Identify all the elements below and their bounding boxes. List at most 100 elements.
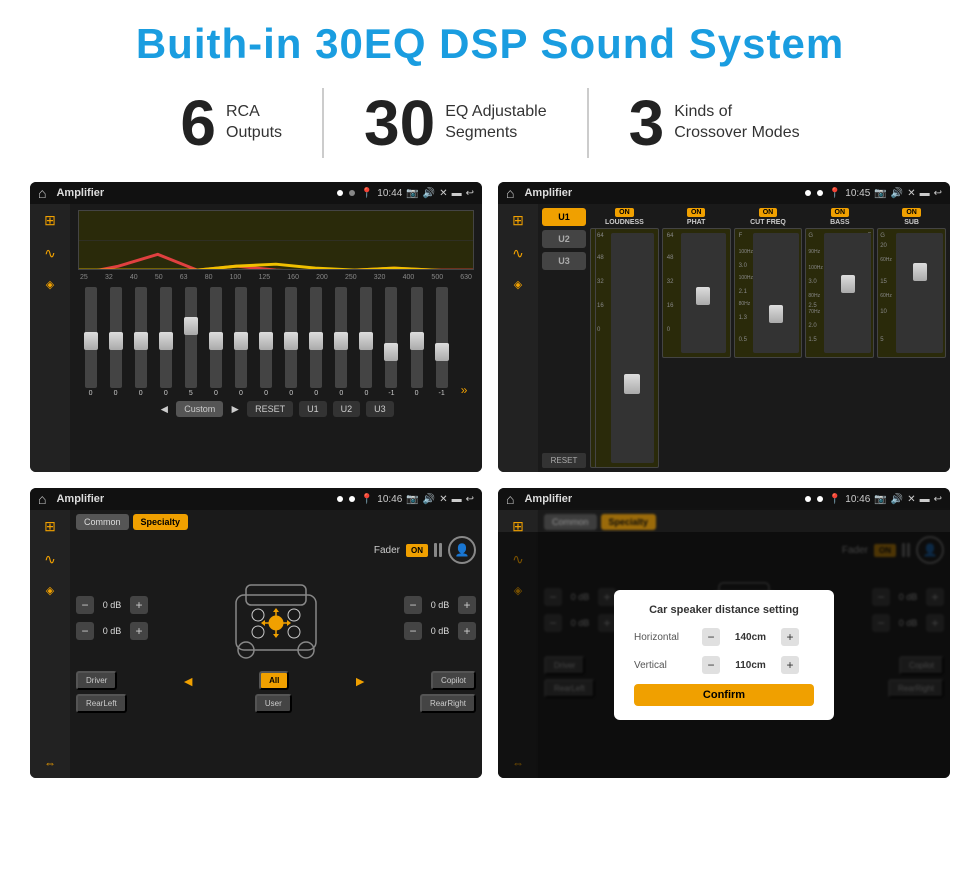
db-plus-rl[interactable]: + bbox=[130, 622, 148, 640]
db-minus-fl[interactable]: − bbox=[76, 596, 94, 614]
speaker-icon[interactable]: ◈ bbox=[46, 278, 54, 291]
ch-on-bass: ON bbox=[831, 208, 850, 217]
camera-icon-2: 📷 bbox=[874, 188, 886, 199]
eq-slider-13[interactable]: 0 bbox=[411, 287, 423, 397]
dialog-plus-v[interactable]: + bbox=[781, 656, 799, 674]
amp2-content: U1 U2 U3 RESET ON LOUDNESS 64 bbox=[538, 204, 950, 472]
dialog-confirm-btn[interactable]: Confirm bbox=[634, 684, 814, 706]
eq-u1-btn[interactable]: U1 bbox=[299, 401, 327, 417]
volume-icon-4: 🔊 bbox=[891, 494, 903, 505]
home-icon-2[interactable]: ⌂ bbox=[506, 185, 514, 201]
ch-slider-phat[interactable]: 64 48 32 16 0 bbox=[662, 228, 731, 358]
db-minus-fr[interactable]: − bbox=[404, 596, 422, 614]
db-plus-fr[interactable]: + bbox=[458, 596, 476, 614]
eq-filter-icon-3[interactable]: ⊞ bbox=[44, 518, 56, 535]
fader2-tabs: Common Specialty bbox=[544, 514, 944, 530]
eq-reset-btn[interactable]: RESET bbox=[247, 401, 293, 417]
eq-slider-0[interactable]: 0 bbox=[85, 287, 97, 397]
eq-slider-1[interactable]: 0 bbox=[110, 287, 122, 397]
eq-slider-14[interactable]: -1 bbox=[436, 287, 448, 397]
fader-rearright-btn[interactable]: RearRight bbox=[420, 694, 476, 713]
freq-125: 125 bbox=[258, 274, 270, 281]
dialog-label-h: Horizontal bbox=[634, 632, 694, 643]
back-icon-2[interactable]: ↩ bbox=[934, 188, 942, 199]
speaker-icon-2[interactable]: ◈ bbox=[514, 278, 522, 291]
eq-slider-8[interactable]: 0 bbox=[285, 287, 297, 397]
db-control-fr: − 0 dB + bbox=[404, 596, 476, 614]
eq-slider-4[interactable]: 5 bbox=[185, 287, 197, 397]
eq-custom-btn[interactable]: Custom bbox=[176, 401, 223, 417]
eq-filter-icon[interactable]: ⊞ bbox=[44, 212, 56, 229]
home-icon[interactable]: ⌂ bbox=[38, 185, 46, 201]
camera-icon: 📷 bbox=[406, 188, 418, 199]
eq-slider-5[interactable]: 0 bbox=[210, 287, 222, 397]
amp2-preset-u3[interactable]: U3 bbox=[542, 252, 586, 270]
eq-slider-6[interactable]: 0 bbox=[235, 287, 247, 397]
home-icon-3[interactable]: ⌂ bbox=[38, 491, 46, 507]
dialog-minus-v[interactable]: − bbox=[702, 656, 720, 674]
dialog-minus-h[interactable]: − bbox=[702, 628, 720, 646]
ss-content-eq: ⊞ ∿ ◈ bbox=[30, 204, 482, 472]
fader-sliders-indicator bbox=[434, 543, 442, 557]
db-plus-fl[interactable]: + bbox=[130, 596, 148, 614]
eq-slider-2[interactable]: 0 bbox=[135, 287, 147, 397]
dialog-plus-h[interactable]: + bbox=[781, 628, 799, 646]
status-title-fader1: Amplifier bbox=[56, 493, 330, 505]
volume-icon-2: 🔊 bbox=[891, 188, 903, 199]
amp2-preset-u2[interactable]: U2 bbox=[542, 230, 586, 248]
status-dot-2 bbox=[349, 190, 355, 196]
fader-prev-icon[interactable]: ◄ bbox=[181, 671, 195, 690]
statusbar-fader1: ⌂ Amplifier 📍 10:46 📷 🔊 ✕ ▬ ↩ bbox=[30, 488, 482, 510]
ch-slider-bass[interactable]: G F 3.0 2.5 2.0 1.5 90Hz 100Hz 80Hz 70Hz bbox=[805, 228, 874, 358]
db-minus-rr[interactable]: − bbox=[404, 622, 422, 640]
ch-slider-sub[interactable]: G 20 15 10 5 60Hz 60Hz bbox=[877, 228, 946, 358]
status-time-eq: 10:44 bbox=[377, 188, 402, 199]
eq-u2-btn[interactable]: U2 bbox=[333, 401, 361, 417]
amp2-reset-btn[interactable]: RESET bbox=[542, 453, 586, 468]
db-minus-rl[interactable]: − bbox=[76, 622, 94, 640]
db-plus-rr[interactable]: + bbox=[458, 622, 476, 640]
eq-u3-btn[interactable]: U3 bbox=[366, 401, 394, 417]
ch-slider-cutfreq[interactable]: F 3.0 2.1 1.3 0.5 100Hz 100Hz 80Hz bbox=[734, 228, 803, 358]
fader-tab-common[interactable]: Common bbox=[76, 514, 129, 530]
freq-400: 400 bbox=[403, 274, 415, 281]
arrows-icon[interactable]: ⇔ bbox=[44, 756, 56, 770]
fader-tab-specialty[interactable]: Specialty bbox=[133, 514, 189, 530]
db-value-rl: 0 dB bbox=[98, 626, 126, 636]
home-icon-4[interactable]: ⌂ bbox=[506, 491, 514, 507]
fader-rearleft-btn[interactable]: RearLeft bbox=[76, 694, 127, 713]
eq-slider-7[interactable]: 0 bbox=[260, 287, 272, 397]
battery-icon: ▬ bbox=[452, 188, 462, 199]
eq-slider-11[interactable]: 0 bbox=[360, 287, 372, 397]
eq-next[interactable]: ► bbox=[229, 402, 241, 416]
waveform-icon-2[interactable]: ∿ bbox=[512, 245, 524, 262]
stat-item-crossover: 3 Kinds ofCrossover Modes bbox=[589, 91, 840, 155]
stat-item-eq: 30 EQ AdjustableSegments bbox=[324, 91, 587, 155]
fader-driver-btn[interactable]: Driver bbox=[76, 671, 117, 690]
back-icon-4[interactable]: ↩ bbox=[934, 494, 942, 505]
status-title-eq: Amplifier bbox=[56, 187, 330, 199]
speaker-icon-3[interactable]: ◈ bbox=[46, 584, 54, 597]
eq-slider-9[interactable]: 0 bbox=[310, 287, 322, 397]
back-icon[interactable]: ↩ bbox=[466, 188, 474, 199]
ch-label-sub: SUB bbox=[904, 219, 919, 226]
expand-icon[interactable]: » bbox=[461, 383, 468, 397]
eq-prev[interactable]: ◄ bbox=[158, 402, 170, 416]
fader-all-btn[interactable]: All bbox=[259, 671, 289, 690]
eq-slider-3[interactable]: 0 bbox=[160, 287, 172, 397]
fader-tabs: Common Specialty bbox=[76, 514, 476, 530]
amp2-preset-u1[interactable]: U1 bbox=[542, 208, 586, 226]
camera-icon-4: 📷 bbox=[874, 494, 886, 505]
status-dot-1 bbox=[337, 190, 343, 196]
eq-slider-12[interactable]: -1 bbox=[385, 287, 397, 397]
ch-slider-loudness[interactable]: 64 48 32 16 0 bbox=[590, 228, 659, 468]
back-icon-3[interactable]: ↩ bbox=[466, 494, 474, 505]
eq-filter-icon-2[interactable]: ⊞ bbox=[512, 212, 524, 229]
ss-content-amp2: ⊞ ∿ ◈ U1 U2 U3 RESET ON LOU bbox=[498, 204, 950, 472]
waveform-icon[interactable]: ∿ bbox=[44, 245, 56, 262]
waveform-icon-3[interactable]: ∿ bbox=[44, 551, 56, 568]
fader-user-btn[interactable]: User bbox=[255, 694, 292, 713]
eq-slider-10[interactable]: 0 bbox=[335, 287, 347, 397]
fader-copilot-btn[interactable]: Copilot bbox=[431, 671, 476, 690]
fader-next-icon[interactable]: ► bbox=[353, 671, 367, 690]
